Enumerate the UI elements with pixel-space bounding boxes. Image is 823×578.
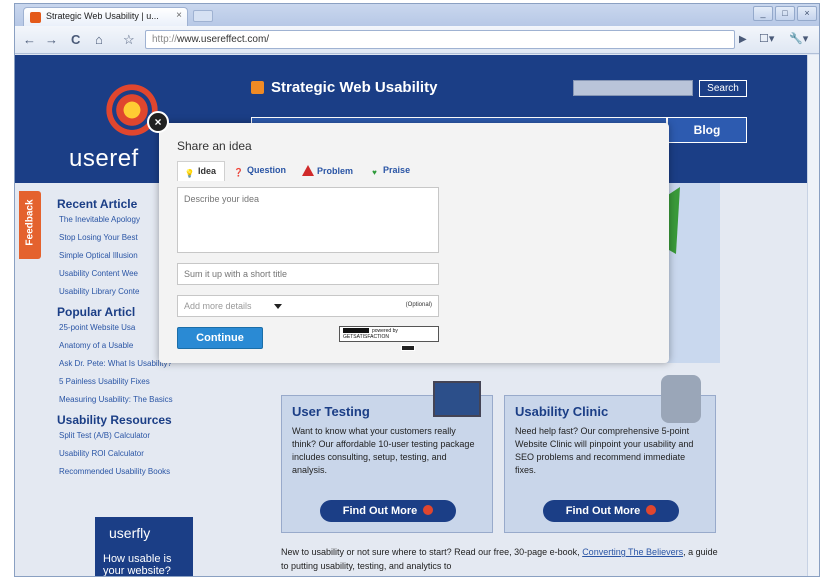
back-icon[interactable]: ← <box>23 32 36 47</box>
feedback-type-tabs: 💡 Idea ❓ Question Problem ♥ Praise <box>177 161 420 181</box>
browser-tab[interactable]: Strategic Web Usability | u... × <box>23 7 188 26</box>
mouse-cursor <box>401 345 415 351</box>
warning-icon <box>302 165 315 176</box>
service-body: Need help fast? Our comprehensive 5-poin… <box>515 426 694 475</box>
sidebar-link[interactable]: Recommended Usability Books <box>59 467 243 476</box>
web-page: useref Strategic Web Usability Search Bl… <box>15 55 819 577</box>
idea-title-input[interactable] <box>177 263 439 285</box>
arrow-icon <box>423 505 434 515</box>
optional-label: (Optional) <box>405 302 432 308</box>
title-bar: Strategic Web Usability | u... × _ □ × <box>15 4 819 26</box>
idea-description-input[interactable] <box>177 187 439 253</box>
tab-problem[interactable]: Problem <box>296 161 361 181</box>
sidebar-link[interactable]: Usability ROI Calculator <box>59 449 243 458</box>
feedback-tab-label: Feedback <box>24 199 36 246</box>
go-icon[interactable]: ▶ <box>739 34 747 45</box>
address-bar[interactable]: http://www.usereffect.com/ <box>145 30 735 49</box>
modal-title: Share an idea <box>177 139 252 153</box>
sidebar-link[interactable]: 5 Painless Usability Fixes <box>59 377 243 386</box>
sidebar-link[interactable]: Measuring Usability: The Basics <box>59 395 243 404</box>
clinic-robot-icon <box>661 375 701 423</box>
tab-idea[interactable]: 💡 Idea <box>177 161 226 181</box>
usability-resources-heading: Usability Resources <box>57 413 172 427</box>
site-logo-text[interactable]: useref <box>69 145 139 173</box>
tools-menu-icon[interactable]: 🔧▾ <box>789 32 808 45</box>
intro-paragraph: New to usability or not sure where to st… <box>281 547 718 571</box>
nav-blog[interactable]: Blog <box>667 117 747 143</box>
add-details-label: Add more details <box>184 301 252 311</box>
favicon-icon <box>30 12 41 23</box>
forward-icon[interactable]: → <box>45 32 58 47</box>
find-out-more-button[interactable]: Find Out More <box>320 500 456 522</box>
tab-title: Strategic Web Usability | u... <box>46 11 159 21</box>
url-host: www.usereffect.com/ <box>177 34 270 45</box>
chevron-down-icon <box>274 304 282 309</box>
arrow-icon <box>646 505 657 515</box>
find-out-more-button[interactable]: Find Out More <box>543 500 679 522</box>
tab-praise[interactable]: ♥ Praise <box>363 161 418 181</box>
userfly-ad[interactable]: userfly How usable is your website? <box>95 517 193 577</box>
window-controls: _ □ × <box>753 6 817 21</box>
sidebar-link[interactable]: Split Test (A/B) Calculator <box>59 431 243 440</box>
minimize-button[interactable]: _ <box>753 6 773 21</box>
site-search-input[interactable] <box>573 80 693 96</box>
feedback-tab[interactable]: Feedback <box>19 191 41 259</box>
powered-by-mark <box>343 328 369 334</box>
tab-question[interactable]: ❓ Question <box>227 161 294 181</box>
userfly-tagline: How usable is your website? <box>103 553 172 577</box>
page-scrollbar[interactable] <box>807 55 819 576</box>
new-tab-button[interactable] <box>193 10 213 22</box>
userfly-brand: userfly <box>109 525 151 541</box>
reload-icon[interactable]: C <box>71 32 80 47</box>
tab-close-icon[interactable]: × <box>176 10 182 21</box>
monitor-icon <box>433 381 481 417</box>
url-scheme: http:// <box>152 34 178 45</box>
browser-window: Strategic Web Usability | u... × _ □ × ←… <box>14 3 820 577</box>
heart-icon: ♥ <box>372 168 377 177</box>
ebook-link[interactable]: Converting The Believers <box>582 547 683 557</box>
powered-by-badge[interactable]: powered by GETSATISFACTION <box>339 326 439 342</box>
close-window-button[interactable]: × <box>797 6 817 21</box>
add-details-dropdown[interactable]: Add more details (Optional) <box>177 295 439 317</box>
modal-close-button[interactable]: × <box>147 111 169 133</box>
site-search-button[interactable]: Search <box>699 80 747 97</box>
continue-button[interactable]: Continue <box>177 327 263 349</box>
page-menu-icon[interactable]: ☐▾ <box>759 32 774 45</box>
lightbulb-icon: 💡 <box>184 169 195 178</box>
question-icon: ❓ <box>233 168 244 177</box>
maximize-button[interactable]: □ <box>775 6 795 21</box>
browser-toolbar: ← → C ⌂ ☆ http://www.usereffect.com/ ▶ ☐… <box>15 26 819 54</box>
service-body: Want to know what your customers really … <box>292 426 475 475</box>
star-icon[interactable]: ☆ <box>123 32 135 48</box>
site-title: Strategic Web Usability <box>271 79 438 96</box>
home-icon[interactable]: ⌂ <box>95 32 103 47</box>
share-idea-modal: × Share an idea 💡 Idea ❓ Question Problem … <box>147 111 669 363</box>
